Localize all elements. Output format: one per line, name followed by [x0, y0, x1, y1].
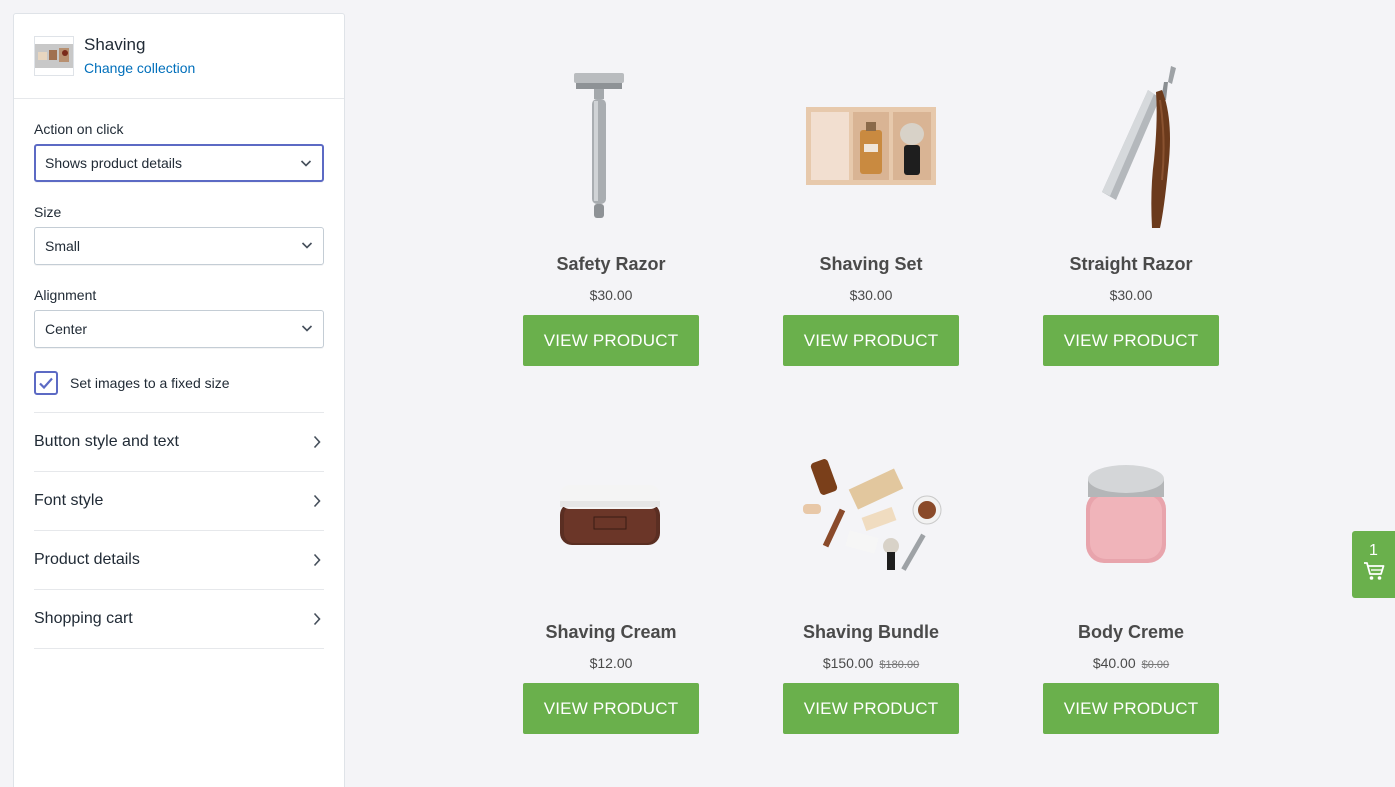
fixed-size-option: Set images to a fixed size	[34, 370, 324, 396]
settings-sidebar: Shaving Change collection Action on clic…	[13, 13, 345, 787]
chevron-down-icon	[301, 242, 313, 249]
settings-accordion: Button style and text Font style Product…	[34, 412, 324, 649]
product-price: $150.00 $180.00	[783, 655, 959, 673]
product-title: Shaving Bundle	[802, 622, 939, 642]
view-product-button[interactable]: VIEW PRODUCT	[1043, 315, 1219, 366]
fixed-size-checkbox[interactable]	[34, 371, 58, 395]
product-card: Safety Razor $30.00 VIEW PRODUCT	[523, 57, 699, 366]
checkmark-icon	[39, 377, 53, 390]
size-field: Size Small	[34, 204, 324, 265]
cart-count: 1	[1369, 542, 1378, 559]
chevron-down-icon	[300, 160, 312, 167]
accordion-button-style[interactable]: Button style and text	[34, 413, 324, 472]
product-title: Body Creme	[1077, 622, 1185, 642]
product-card: Body Creme $40.00 $0.00 VIEW PRODUCT	[1043, 425, 1219, 734]
fixed-size-label: Set images to a fixed size	[70, 375, 230, 391]
product-price: $12.00	[523, 655, 699, 673]
product-image[interactable]	[523, 425, 699, 605]
product-image[interactable]	[523, 57, 699, 237]
alignment-value: Center	[45, 321, 88, 337]
action-on-click-field: Action on click Shows product details	[34, 121, 324, 182]
product-title: Safety Razor	[556, 254, 666, 274]
accordion-product-details[interactable]: Product details	[34, 531, 324, 590]
price-value: $150.00	[822, 655, 874, 671]
collection-thumbnail	[34, 36, 74, 76]
product-card: Shaving Set $30.00 VIEW PRODUCT	[783, 57, 959, 366]
accordion-label: Shopping cart	[34, 610, 133, 627]
collection-title: Shaving	[84, 35, 146, 54]
accordion-label: Button style and text	[34, 433, 179, 450]
size-select[interactable]: Small	[34, 227, 324, 265]
chevron-right-icon	[313, 553, 321, 567]
action-on-click-value: Shows product details	[45, 155, 182, 171]
price-value: $30.00	[849, 287, 893, 303]
product-price: $40.00 $0.00	[1043, 655, 1219, 673]
view-product-button[interactable]: VIEW PRODUCT	[523, 315, 699, 366]
settings-panel: Action on click Shows product details Si…	[14, 121, 344, 649]
compare-at-price: $180.00	[879, 659, 920, 671]
price-value: $12.00	[589, 655, 633, 671]
product-price: $30.00	[1043, 287, 1219, 305]
product-price: $30.00	[523, 287, 699, 305]
product-price: $30.00	[783, 287, 959, 305]
product-image[interactable]	[1043, 57, 1219, 237]
view-product-button[interactable]: VIEW PRODUCT	[523, 683, 699, 734]
view-product-button[interactable]: VIEW PRODUCT	[1043, 683, 1219, 734]
price-value: $40.00	[1092, 655, 1136, 671]
accordion-label: Product details	[34, 551, 140, 568]
alignment-field: Alignment Center	[34, 287, 324, 348]
alignment-label: Alignment	[34, 287, 97, 303]
accordion-shopping-cart[interactable]: Shopping cart	[34, 590, 324, 649]
cart-icon	[1363, 562, 1384, 580]
product-title: Shaving Cream	[545, 622, 677, 642]
chevron-down-icon	[301, 325, 313, 332]
product-card: Shaving Cream $12.00 VIEW PRODUCT	[523, 425, 699, 734]
view-product-button[interactable]: VIEW PRODUCT	[783, 683, 959, 734]
accordion-font-style[interactable]: Font style	[34, 472, 324, 531]
product-title: Straight Razor	[1069, 254, 1193, 274]
product-image[interactable]	[1043, 425, 1219, 605]
product-card: Straight Razor $30.00 VIEW PRODUCT	[1043, 57, 1219, 366]
action-on-click-select[interactable]: Shows product details	[34, 144, 324, 182]
chevron-right-icon	[313, 612, 321, 626]
price-value: $30.00	[589, 287, 633, 303]
cart-toggle[interactable]: 1	[1352, 531, 1395, 598]
chevron-right-icon	[313, 435, 321, 449]
product-card: Shaving Bundle $150.00 $180.00 VIEW PRODU…	[783, 425, 959, 734]
collection-header: Shaving Change collection	[14, 14, 344, 99]
size-value: Small	[45, 238, 81, 254]
price-value: $30.00	[1109, 287, 1153, 303]
size-label: Size	[34, 204, 62, 220]
product-image[interactable]	[783, 57, 959, 237]
accordion-label: Font style	[34, 492, 104, 509]
action-on-click-label: Action on click	[34, 121, 124, 137]
product-image[interactable]	[783, 425, 959, 605]
change-collection-link[interactable]: Change collection	[84, 60, 195, 76]
view-product-button[interactable]: VIEW PRODUCT	[783, 315, 959, 366]
compare-at-price: $0.00	[1141, 659, 1170, 671]
chevron-right-icon	[313, 494, 321, 508]
alignment-select[interactable]: Center	[34, 310, 324, 348]
product-title: Shaving Set	[819, 254, 923, 274]
